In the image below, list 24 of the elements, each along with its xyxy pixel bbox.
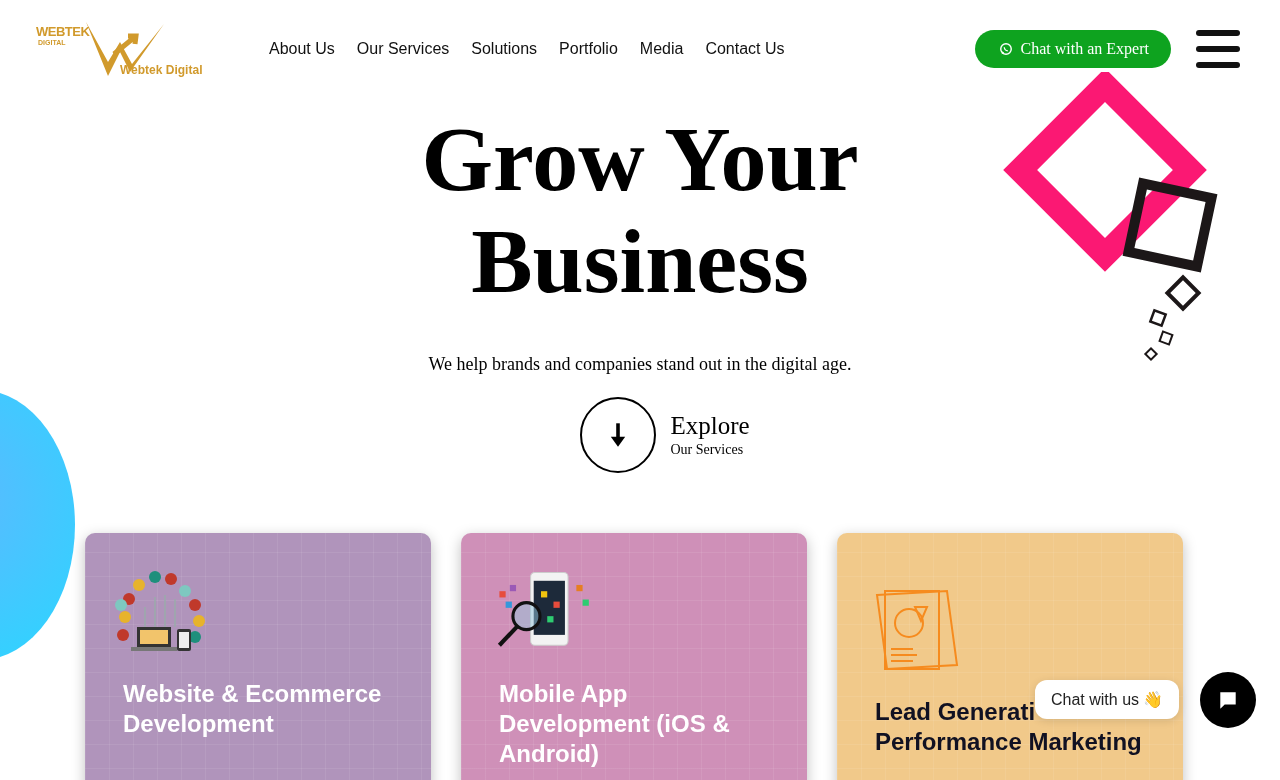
menu-icon[interactable] — [1196, 30, 1240, 68]
card-title-line: Mobile App — [499, 679, 628, 709]
nav-link[interactable]: Contact Us — [705, 40, 785, 58]
whatsapp-icon — [998, 42, 1013, 56]
nav-link[interactable]: Media — [639, 40, 684, 58]
nav-link[interactable]: Portfolio — [559, 40, 618, 58]
card-title-line: Website & Ecommerce — [123, 679, 382, 709]
hero-heading: Grow Your Business — [421, 108, 859, 312]
explore-label[interactable]: Explore — [670, 412, 750, 440]
chat-button[interactable] — [1200, 672, 1256, 728]
card-title-line: Performance Marketing — [875, 727, 1142, 757]
chat-prompt[interactable]: Chat with us 👋 — [1035, 680, 1180, 719]
arrow-down-icon — [609, 421, 628, 449]
chat-icon — [1217, 689, 1239, 711]
nav-link[interactable]: Solutions — [471, 40, 538, 58]
nav-link[interactable]: About Us — [269, 40, 335, 58]
hero-subtitle: We help brands and companies stand out in the digital age. — [428, 354, 852, 375]
card-title-line: Android) — [499, 739, 599, 769]
card-title-line: Lead Generati — [875, 697, 1036, 727]
explore-sublabel[interactable]: Our Services — [670, 442, 750, 458]
card-title-line: Development — [123, 709, 274, 739]
nav-link[interactable]: Our Services — [356, 40, 450, 58]
logo-text: WEBTEK — [36, 24, 90, 39]
card-title-line: Development (iOS & — [499, 709, 730, 739]
